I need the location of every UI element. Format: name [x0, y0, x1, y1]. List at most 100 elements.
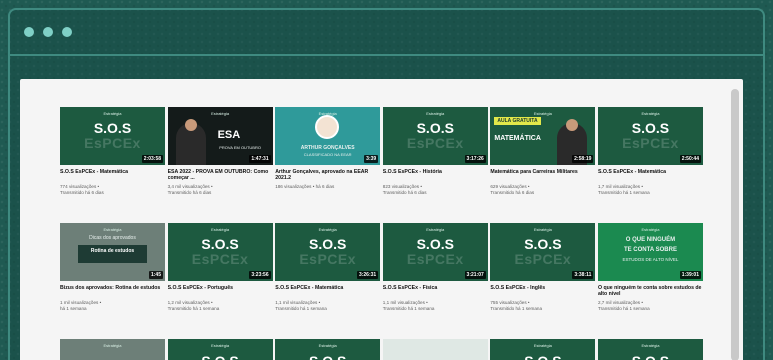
video-card[interactable]: Estratégia S.O.S [490, 339, 596, 360]
video-thumbnail[interactable]: Estratégia S.O.S EsPCEx 3:17:26 [382, 107, 488, 165]
video-card[interactable]: Estratégia S.O.S [597, 339, 703, 360]
video-title[interactable]: S.O.S EsPCEx - Física [383, 285, 488, 298]
video-meta: 1,1 mil visualizações • Transmitido há 1 … [383, 300, 488, 312]
video-meta: 1,2 mil visualizações • Transmitido há 1 … [168, 300, 273, 312]
video-thumbnail[interactable]: Estratégia O QUE NINGUÉM TE CONTA SOBRE EST… [597, 223, 703, 281]
video-card[interactable]: Estratégia S.O.S EsPCEx 3:21:07 S.O.S EsPCEx… [382, 223, 488, 331]
thumb-title-espcex: EsPCEx [84, 135, 141, 151]
video-title[interactable]: S.O.S EsPCEx - Inglês [490, 285, 595, 298]
video-thumbnail[interactable]: Estratégia S.O.S EsPCEx 3:38:11 [490, 223, 596, 281]
video-card[interactable]: Estratégia [60, 339, 165, 360]
duration-badge: 2:50:44 [679, 155, 701, 163]
video-meta: 2,7 mil visualizações • Transmitido há 1 … [598, 300, 703, 312]
video-title[interactable]: O que ninguém te conta sobre estudos de … [598, 285, 703, 298]
video-card[interactable]: Estratégia S.O.S EsPCEx 3:26:31 S.O.S EsPCEx… [275, 223, 381, 331]
thumb-title-sos: S.O.S [416, 120, 454, 136]
channel-logo: Estratégia [641, 111, 660, 116]
video-thumbnail[interactable]: Estratégia S.O.S [167, 339, 273, 360]
video-thumbnail[interactable]: Estratégia ESA PROVA EM OUTUBRO 1:47:31 [167, 107, 273, 165]
thumb-title-sos: S.O.S [309, 236, 347, 252]
video-title[interactable]: S.O.S EsPCEx - Matemática [60, 169, 165, 182]
thumb-line3: ESTUDOS DE ALTO NÍVEL [622, 257, 679, 262]
video-card[interactable]: Estratégia S.O.S EsPCEx 2:50:44 S.O.S EsPCEx… [597, 107, 703, 215]
thumb-title-espcex: EsPCEx [622, 135, 679, 151]
video-card[interactable]: Estratégia S.O.S EsPCEx 2:03:58 S.O.S EsPCEx… [60, 107, 165, 215]
video-card[interactable]: Estratégia S.O.S EsPCEx 3:38:11 S.O.S EsPCEx… [490, 223, 596, 331]
video-thumbnail[interactable]: Estratégia S.O.S [597, 339, 703, 360]
thumb-line2: TE CONTA SOBRE [623, 247, 677, 253]
window-close-dot[interactable] [24, 27, 34, 37]
video-title[interactable]: Bizus dos aprovados: Rotina de estudos [60, 285, 165, 298]
duration-badge: 1:39:01 [679, 271, 701, 279]
upload-time: Transmitido há 1 semana [382, 306, 435, 311]
video-meta: 755 visualizações • Transmitido há 1 sema… [490, 300, 595, 312]
upload-time: Transmitido há 6 dias [382, 190, 427, 195]
video-card[interactable]: Estratégia ESA PROVA EM OUTUBRO 1:47:31 ESA … [167, 107, 273, 215]
channel-logo: Estratégia [641, 227, 660, 232]
video-meta: 629 visualizações • Transmitido há 6 dias [490, 184, 595, 196]
video-thumbnail[interactable]: Estratégia S.O.S [490, 339, 596, 360]
video-thumbnail[interactable]: Estratégia AULA GRATUITA MATEMÁTICA 2:58:19 [490, 107, 596, 165]
video-card[interactable]: Estratégia S.O.S [275, 339, 381, 360]
video-title[interactable]: S.O.S EsPCEx - História [383, 169, 488, 182]
channel-logo: Estratégia [533, 111, 552, 116]
video-card[interactable]: Estratégia S.O.S [167, 339, 273, 360]
upload-time: Transmitido há 1 semana [275, 306, 327, 311]
video-card[interactable]: Estratégia S.O.S EsPCEx 3:23:56 S.O.S EsPCEx… [167, 223, 273, 331]
upload-time: Transmitido há 1 semana [597, 306, 650, 311]
thumb-title-sos: S.O.S [416, 236, 454, 252]
video-thumbnail[interactable]: Estratégia S.O.S [275, 339, 381, 360]
video-card[interactable]: Estratégia Dicas dos aprovados Rotina de e… [60, 223, 165, 331]
video-meta: 1 mil visualizações • há 1 semana [60, 300, 165, 312]
thumb-title-espcex: EsPCEx [514, 251, 572, 267]
video-title[interactable]: Matemática para Carreiras Militares [490, 169, 595, 182]
channel-logo: Estratégia [641, 343, 660, 348]
video-thumbnail[interactable] [382, 339, 488, 360]
upload-time: Transmitido há 1 semana [490, 306, 543, 311]
video-title[interactable]: ESA 2022 - PROVA EM OUTUBRO: Como começa… [168, 169, 273, 182]
video-thumbnail[interactable]: Estratégia ARTHUR GONÇALVES CLASSIFICADO N… [275, 107, 381, 165]
window-titlebar [10, 10, 763, 56]
thumb-title-espcex: EsPCEx [191, 251, 249, 267]
video-title[interactable]: S.O.S EsPCEx - Matemática [275, 285, 380, 298]
scrollbar[interactable] [731, 89, 739, 360]
video-title[interactable]: S.O.S EsPCEx - Português [168, 285, 273, 298]
video-thumbnail[interactable]: Estratégia Dicas dos aprovados Rotina de e… [60, 223, 165, 281]
video-thumbnail[interactable]: Estratégia [60, 339, 165, 360]
video-card[interactable]: Estratégia ARTHUR GONÇALVES CLASSIFICADO N… [275, 107, 381, 215]
duration-badge: 1:47:31 [249, 155, 271, 163]
thumb-title-espcex: EsPCEx [406, 251, 464, 267]
video-title[interactable]: Arthur Gonçalves, aprovado na EEAR 2021.… [275, 169, 380, 182]
video-thumbnail[interactable]: Estratégia S.O.S EsPCEx 2:50:44 [597, 107, 703, 165]
upload-time: Transmitido há 1 semana [167, 306, 220, 311]
window-maximize-dot[interactable] [62, 27, 72, 37]
video-thumbnail[interactable]: Estratégia S.O.S EsPCEx 3:26:31 [275, 223, 381, 281]
thumb-title-sos: S.O.S [598, 353, 703, 360]
channel-logo: Estratégia [318, 227, 337, 232]
video-card[interactable]: Estratégia O QUE NINGUÉM TE CONTA SOBRE EST… [597, 223, 703, 331]
channel-logo: Estratégia [103, 227, 122, 232]
video-card[interactable]: Estratégia AULA GRATUITA MATEMÁTICA 2:58:19… [490, 107, 596, 215]
thumb-title-esa: ESA [217, 129, 241, 141]
thumb-subtitle: Dicas dos aprovados [89, 235, 136, 241]
duration-badge: 2:03:58 [141, 155, 163, 163]
view-count: 186 visualizações • há 6 dias [275, 184, 335, 189]
thumb-title-sos: S.O.S [631, 120, 670, 136]
thumb-subtitle: PROVA EM OUTUBRO [219, 145, 261, 150]
video-card[interactable]: Estratégia S.O.S EsPCEx 3:17:26 S.O.S EsPCEx… [382, 107, 488, 215]
duration-badge: 3:26:31 [356, 271, 379, 279]
student-photo [315, 115, 340, 139]
channel-logo: Estratégia [426, 227, 445, 232]
thumb-title-sos: S.O.S [201, 236, 239, 252]
video-thumbnail[interactable]: Estratégia S.O.S EsPCEx 2:03:58 [60, 107, 165, 165]
window-minimize-dot[interactable] [43, 27, 53, 37]
thumb-title-sos: S.O.S [490, 353, 595, 360]
video-thumbnail[interactable]: Estratégia S.O.S EsPCEx 3:21:07 [382, 223, 488, 281]
video-thumbnail[interactable]: Estratégia S.O.S EsPCEx 3:23:56 [167, 223, 273, 281]
video-title[interactable]: S.O.S EsPCEx - Matemática [598, 169, 703, 182]
duration-badge: 3:21:07 [464, 271, 486, 279]
upload-time: há 1 semana [60, 306, 87, 311]
video-card[interactable] [382, 339, 488, 360]
video-grid: Estratégia S.O.S EsPCEx 2:03:58 S.O.S EsPCEx… [60, 107, 708, 360]
thumb-tag: AULA GRATUITA [494, 117, 541, 125]
